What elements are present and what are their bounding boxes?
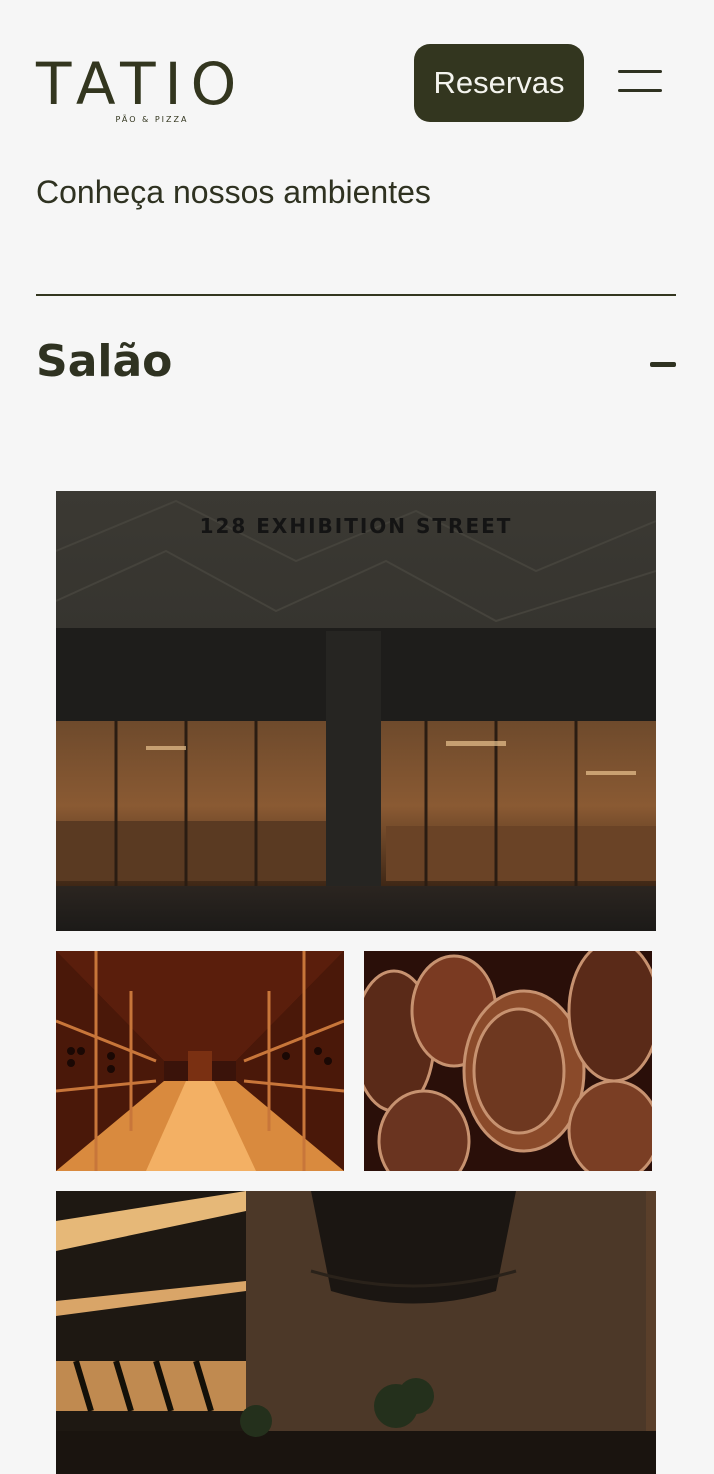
restaurant-facade-photo: 128 EXHIBITION STREET: [56, 491, 656, 931]
logo-tagline: PÃO & PIZZA: [115, 115, 189, 124]
accordion-header-salao[interactable]: Salão: [36, 330, 676, 402]
site-header: TATIO PÃO & PIZZA Reservas: [0, 0, 714, 140]
logo-wordmark: TATIO: [36, 50, 246, 118]
intro-heading: Conheça nossos ambientes: [36, 174, 431, 210]
wine-cellar-photo: [56, 951, 344, 1171]
minus-icon[interactable]: [646, 354, 678, 374]
dining-interior-photo: [56, 1191, 656, 1474]
section-divider: [36, 294, 676, 296]
reservations-button[interactable]: Reservas: [414, 44, 584, 122]
tatio-logo[interactable]: TATIO PÃO & PIZZA: [36, 54, 264, 130]
hamburger-icon[interactable]: [616, 66, 664, 98]
section-title: Salão: [36, 336, 173, 387]
facade-sign-text: 128 EXHIBITION STREET: [200, 514, 513, 538]
wine-barrels-photo: [364, 951, 652, 1171]
